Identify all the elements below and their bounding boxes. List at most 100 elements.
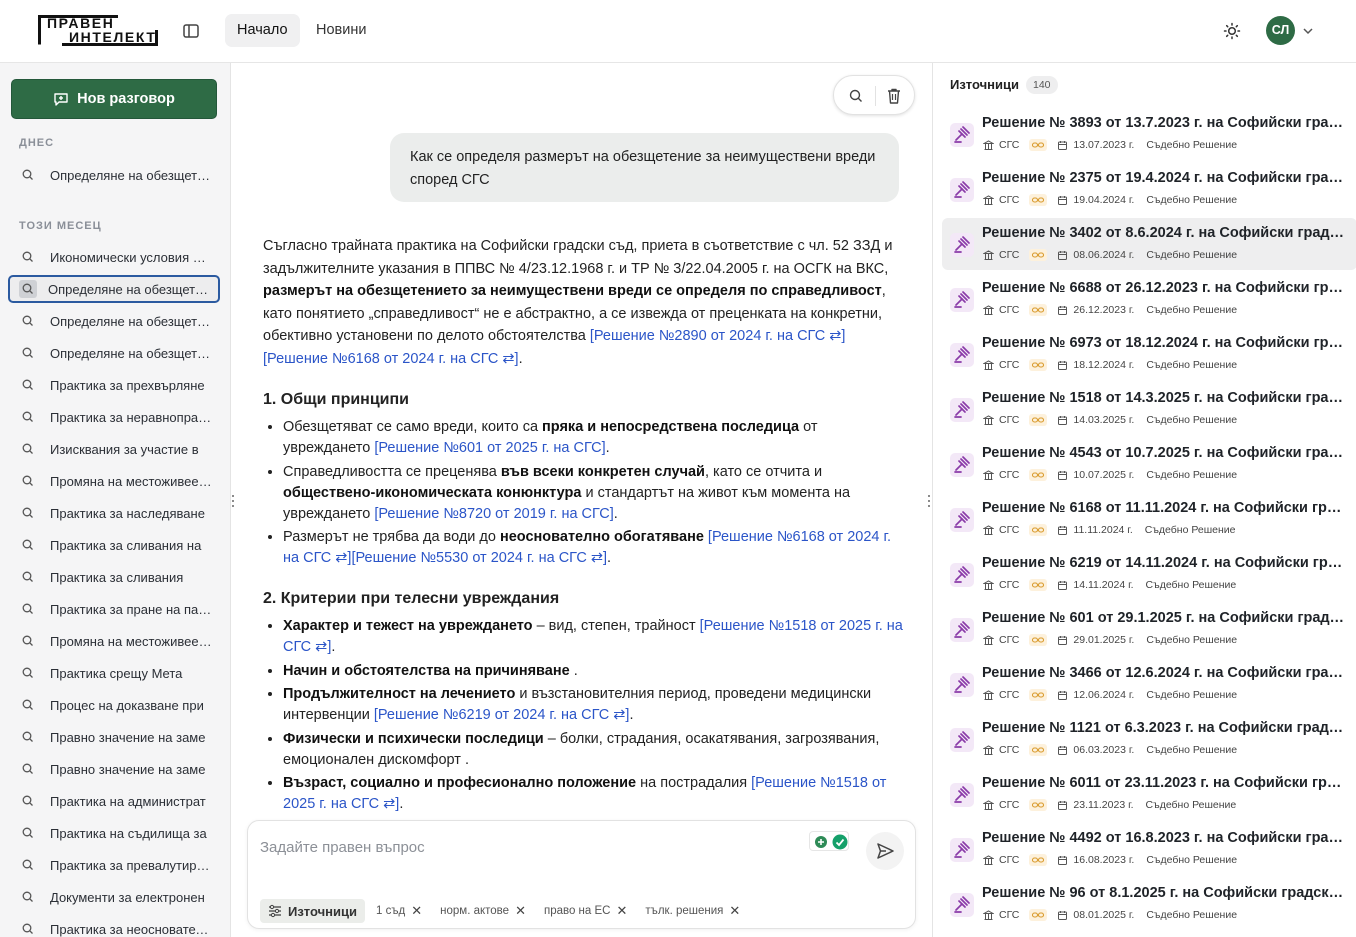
link-icon[interactable] [1029,414,1048,426]
source-item[interactable]: Решение № 6011 от 23.11.2023 г. на Софий… [942,768,1356,820]
citation-link[interactable]: [Решение №2890 от 2024 г. на СГС ⇄] [590,328,846,344]
tab-news[interactable]: Новини [304,14,378,47]
text: . [607,550,612,566]
link-icon[interactable] [1029,689,1048,701]
history-item-label: Определяне на обезщетение [50,345,212,361]
history-item-label: Практика за сливания [50,569,184,585]
source-item[interactable]: Решение № 4543 от 10.7.2025 г. на Софийс… [942,438,1356,490]
link-icon[interactable] [1029,909,1048,921]
link-icon[interactable] [1029,744,1048,756]
logo[interactable]: ПРАВЕН ИНТЕЛЕКТ [38,15,158,46]
link-icon[interactable] [1029,304,1048,316]
source-item[interactable]: Решение № 6973 от 18.12.2024 г. на Софий… [942,328,1356,380]
sources-filter-button[interactable]: Източници [260,899,365,923]
citation-link[interactable]: [Решение №6168 от 2024 г. на СГС ⇄] [263,351,519,367]
gavel-icon [950,893,974,917]
source-date: 11.11.2024 г. [1073,524,1133,536]
grammar-icons[interactable] [809,831,849,851]
search-icon[interactable] [848,88,864,104]
source-item[interactable]: Решение № 96 от 8.1.2025 г. на Софийски … [942,878,1356,930]
history-item[interactable]: Практика за сливания на [8,531,220,559]
search-icon [21,168,35,182]
source-item[interactable]: Решение № 6219 от 14.11.2024 г. на Софий… [942,548,1356,600]
link-icon[interactable] [1029,799,1048,811]
history-item[interactable]: Определяне на обезщетение [8,307,220,335]
history-item[interactable]: Практика за сливания [8,563,220,591]
history-item[interactable]: Изисквания за участие в [8,435,220,463]
source-date: 16.08.2023 г. [1073,854,1135,866]
grip-icon[interactable] [231,494,235,508]
link-icon[interactable] [1029,359,1048,371]
link-icon[interactable] [1029,139,1048,151]
history-item[interactable]: Практика за неоснователно [8,915,220,937]
history-item[interactable]: Икономически условия и цени [8,243,220,271]
history-item[interactable]: Промяна на местоживеене [8,467,220,495]
source-item[interactable]: Решение № 6688 от 26.12.2023 г. на Софий… [942,273,1356,325]
history-item[interactable]: Практика за наследяване [8,499,220,527]
source-item[interactable]: Решение № 4492 от 16.8.2023 г. на Софийс… [942,823,1356,875]
link-icon[interactable] [1029,854,1048,866]
history-item-label: Практика за пране на пари [50,601,212,617]
citation-link[interactable]: [Решение №601 от 2025 г. на СГС] [374,440,605,456]
history-item[interactable]: Практика за неравноправни [8,403,220,431]
history-item[interactable]: Практика на съдилища за [8,819,220,847]
source-item[interactable]: Решение № 3402 от 8.6.2024 г. на Софийск… [942,218,1356,270]
history-item[interactable]: Определяне на обезщетение [8,161,220,189]
grip-icon[interactable] [927,494,931,508]
source-item[interactable]: Решение № 3466 от 12.6.2024 г. на Софийс… [942,658,1356,710]
history-item[interactable]: Правно значение на заме [8,755,220,783]
history-item[interactable]: Практика срещу Мета [8,659,220,687]
tab-home[interactable]: Начало [225,14,300,47]
history-item[interactable]: Процес на доказване при [8,691,220,719]
filter-chip[interactable]: тълк. решения ✕ [638,899,747,923]
history-item[interactable]: Документи за електронен [8,883,220,911]
close-icon[interactable]: ✕ [729,903,740,919]
text: . [399,796,404,812]
filter-chip[interactable]: норм. актове ✕ [433,899,533,923]
list-item: Продължителност на лечението и възстанов… [283,684,903,726]
history-item-label: Практика срещу Мета [50,665,183,681]
avatar[interactable]: СЛ [1266,16,1295,45]
source-item[interactable]: Решение № 6168 от 11.11.2024 г. на Софий… [942,493,1356,545]
history-item[interactable]: Промяна на местоживеене [8,627,220,655]
citation-link[interactable]: [Решение №6219 от 2024 г. на СГС ⇄] [374,707,630,723]
history-item[interactable]: Практика за превалутиране [8,851,220,879]
link-icon[interactable] [1029,579,1048,591]
sun-icon[interactable] [1222,21,1242,41]
source-type: Съдебно Решение [1146,634,1238,646]
history-item[interactable]: Правно значение на заме [8,723,220,751]
source-title: Решение № 601 от 29.1.2025 г. на Софийск… [982,610,1348,626]
history-item[interactable]: Практика за прехвърляне [8,371,220,399]
filter-chip[interactable]: 1 съд ✕ [369,899,429,923]
close-icon[interactable]: ✕ [411,903,422,919]
source-item[interactable]: Решение № 601 от 29.1.2025 г. на Софийск… [942,603,1356,655]
filter-chip-label: норм. актове [440,905,510,917]
source-item[interactable]: Решение № 3893 от 13.7.2023 г. на Софийс… [942,108,1356,160]
link-icon[interactable] [1029,634,1048,646]
source-item[interactable]: Решение № 1121 от 6.3.2023 г. на Софийск… [942,713,1356,765]
link-icon[interactable] [1029,249,1048,261]
source-item[interactable]: Решение № 1518 от 14.3.2025 г. на Софийс… [942,383,1356,435]
new-conversation-button[interactable]: Нов разговор [11,79,217,119]
question-input[interactable]: Задайте правен въпрос [260,839,425,856]
source-type: Съдебно Решение [1146,249,1238,261]
sidebar-toggle-icon[interactable] [182,22,200,40]
link-icon[interactable] [1029,524,1048,536]
history-item[interactable]: Практика за пране на пари [8,595,220,623]
history-item[interactable]: Определяне на обезщетение [8,339,220,367]
filter-chip[interactable]: право на ЕС ✕ [537,899,634,923]
source-type: Съдебно Решение [1144,524,1236,536]
history-item[interactable]: Определяне на обезщетение [8,275,220,303]
source-item[interactable]: Решение № 2375 от 19.4.2024 г. на Софийс… [942,163,1356,215]
link-icon[interactable] [1029,194,1048,206]
history-item[interactable]: Практика на администрат [8,787,220,815]
close-icon[interactable]: ✕ [515,903,526,919]
close-icon[interactable]: ✕ [616,903,627,919]
source-date: 10.07.2025 г. [1073,469,1135,481]
link-icon[interactable] [1029,469,1048,481]
source-title: Решение № 1518 от 14.3.2025 г. на Софийс… [982,390,1348,406]
send-button[interactable] [866,832,904,870]
trash-icon[interactable] [886,87,902,105]
citation-link[interactable]: [Решение №8720 от 2019 г. на СГС] [374,506,613,522]
chevron-down-icon[interactable] [1302,26,1314,36]
